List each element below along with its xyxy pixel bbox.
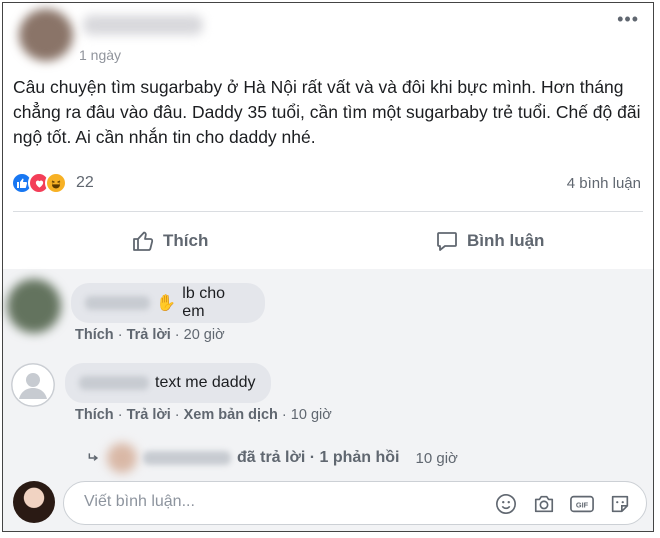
comment-button-label: Bình luận [467,231,545,250]
composer-icons: GIF [494,492,632,516]
meta-separator: · [277,407,291,423]
sticker-icon[interactable] [608,492,632,516]
commenter-name[interactable] [85,296,151,310]
reactions-summary[interactable]: 22 [11,171,94,195]
haha-reaction-icon [45,172,67,194]
default-profile-icon [11,363,55,407]
reply-arrow-icon [88,453,99,461]
camera-icon[interactable] [532,492,556,516]
commenter-name[interactable] [79,376,149,390]
reactions-count: 22 [76,174,94,191]
wave-emoji-icon: ✋ [156,295,177,312]
commenter-avatar[interactable] [7,279,61,333]
comment-bubble: ✋ lb cho em [71,283,265,323]
reply-time: 10 giờ [415,449,458,467]
comment-like-link[interactable]: Thích [75,327,114,343]
divider [13,211,643,212]
author-avatar[interactable] [19,9,73,61]
svg-text:GIF: GIF [576,501,589,510]
comment-input[interactable] [82,492,466,512]
comment-time[interactable]: 20 giờ [184,327,225,343]
gif-icon[interactable]: GIF [570,492,594,516]
replier-avatar [107,443,137,473]
meta-separator: · [170,407,184,423]
post-time[interactable]: 1 ngày [79,47,121,63]
meta-separator: · [113,327,127,343]
current-user-avatar[interactable] [13,481,55,523]
comment-button[interactable]: Bình luận [435,229,544,253]
comment-meta: Thích · Trả lời · 20 giờ [75,327,225,343]
comment-reply-link[interactable]: Trả lời [127,327,171,343]
author-name[interactable] [83,15,203,35]
replier-name [143,451,231,465]
more-options-icon[interactable]: ••• [617,9,639,30]
commenter-avatar[interactable] [11,363,55,407]
thumbs-up-icon [133,231,154,251]
comment-icon [437,232,457,251]
comment-meta: Thích · Trả lời · Xem bản dịch · 10 giờ [75,407,332,423]
meta-separator: · [170,327,184,343]
see-translation-link[interactable]: Xem bản dịch [184,407,278,423]
meta-separator: · [113,407,127,423]
post-text: Câu chuyện tìm sugarbaby ở Hà Nội rất vấ… [13,77,641,147]
post-card: 1 ngày ••• Câu chuyện tìm sugarbaby ở Hà… [2,2,654,532]
emoji-icon[interactable] [494,492,518,516]
like-button[interactable]: Thích [131,229,208,253]
comment-text: lb cho em [182,285,225,320]
comment-text: text me daddy [155,374,256,391]
comment-reply-link[interactable]: Trả lời [127,407,171,423]
comment-like-link[interactable]: Thích [75,407,114,423]
comments-count[interactable]: 4 bình luận [567,175,641,192]
comment-time[interactable]: 10 giờ [291,407,332,423]
replies-summary-text: đã trả lời · 1 phản hồi [237,449,400,466]
replies-summary[interactable]: đã trả lời · 1 phản hồi 10 giờ [87,443,458,473]
comment-composer: GIF [63,481,647,525]
comment-bubble: text me daddy [65,363,271,403]
like-button-label: Thích [163,231,209,250]
